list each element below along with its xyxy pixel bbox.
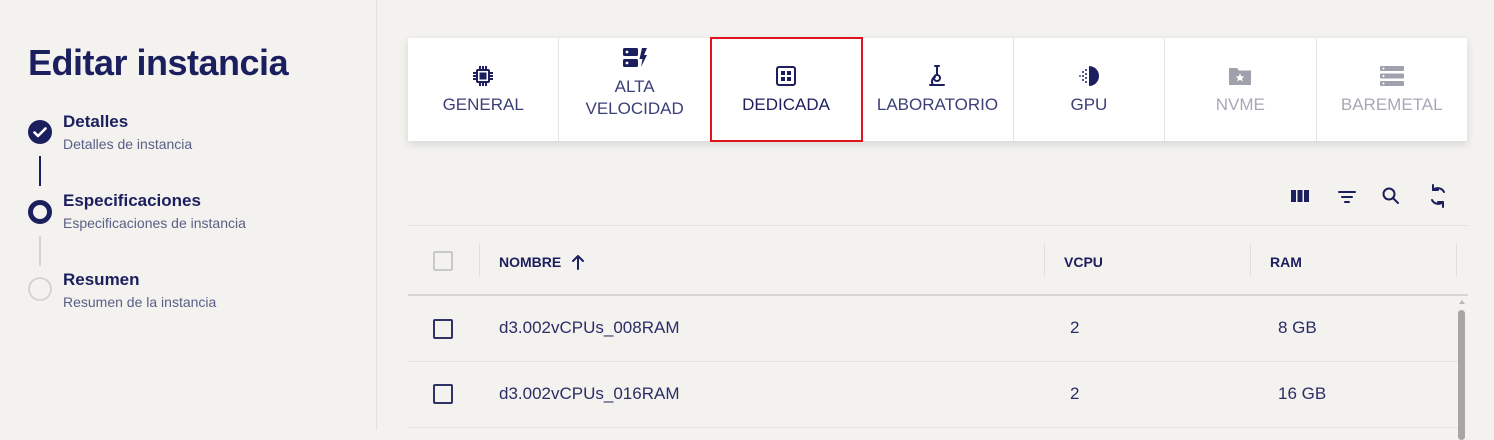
folder-star-icon: [1228, 64, 1252, 88]
column-divider: [1250, 244, 1251, 276]
step-subtitle: Detalles de instancia: [63, 136, 193, 152]
column-divider: [479, 244, 480, 276]
table-toolbar: [1280, 180, 1460, 212]
step-subtitle: Resumen de la instancia: [63, 294, 217, 310]
table-header: NOMBRE VCPU RAM: [408, 225, 1468, 296]
vertical-scrollbar[interactable]: [1455, 298, 1469, 440]
tab-baremetal[interactable]: BAREMETAL: [1317, 38, 1467, 141]
column-header-vcpu[interactable]: VCPU: [1064, 254, 1103, 270]
dedicated-chip-icon: [775, 64, 797, 88]
table-row[interactable]: d3.002vCPUs_008RAM 2 8 GB: [408, 296, 1458, 362]
refresh-icon[interactable]: [1423, 180, 1453, 212]
microscope-icon: [926, 64, 948, 88]
cpu-chip-icon: [472, 64, 494, 88]
stepper-panel: Editar instancia Detalles Detalles de in…: [0, 0, 377, 430]
select-all-checkbox[interactable]: [433, 251, 453, 271]
step-title: Especificaciones: [63, 191, 201, 210]
tab-label: LABORATORIO: [876, 94, 999, 114]
arrow-up-icon: [571, 254, 585, 270]
tab-general[interactable]: GENERAL: [408, 38, 560, 141]
tab-alta-velocidad[interactable]: ALTA VELOCIDAD: [559, 38, 711, 141]
tab-nvme[interactable]: NVME: [1165, 38, 1317, 141]
step-connector: [39, 156, 41, 186]
column-header-nombre[interactable]: NOMBRE: [499, 254, 585, 270]
instance-type-tabs: GENERAL ALTA VELOCIDAD DEDICADA LABORATO…: [408, 37, 1467, 142]
server-stack-icon: [1379, 64, 1405, 88]
active-step-icon: [28, 200, 52, 224]
search-icon[interactable]: [1376, 180, 1406, 212]
tab-label: NVME: [1215, 94, 1265, 114]
gpu-icon: [1077, 64, 1101, 88]
cell-vcpu: 2: [1070, 384, 1080, 403]
tab-gpu[interactable]: GPU: [1014, 38, 1166, 141]
page-title: Editar instancia: [28, 42, 289, 83]
check-circle-icon: [28, 120, 52, 144]
step-subtitle: Especificaciones de instancia: [63, 215, 246, 231]
tab-dedicada[interactable]: DEDICADA: [709, 37, 864, 142]
pending-step-icon: [28, 277, 52, 301]
scroll-up-arrow-icon[interactable]: [1459, 300, 1465, 304]
row-checkbox[interactable]: [433, 384, 453, 404]
columns-icon[interactable]: [1285, 180, 1315, 212]
row-checkbox[interactable]: [433, 319, 453, 339]
server-bolt-icon: [622, 46, 648, 70]
tab-label: GENERAL: [442, 94, 524, 114]
filter-icon[interactable]: [1332, 180, 1362, 212]
cell-vcpu: 2: [1070, 318, 1080, 337]
step-connector: [39, 236, 41, 266]
tab-label: GPU: [1070, 94, 1108, 114]
column-divider: [1456, 244, 1457, 276]
column-header-ram[interactable]: RAM: [1270, 254, 1302, 270]
tab-laboratorio[interactable]: LABORATORIO: [862, 38, 1014, 141]
column-divider: [1044, 244, 1045, 276]
column-header-label: NOMBRE: [499, 254, 562, 270]
cell-nombre: d3.002vCPUs_016RAM: [499, 384, 680, 403]
cell-ram: 8 GB: [1278, 318, 1317, 337]
tab-label: BAREMETAL: [1340, 94, 1443, 114]
scrollbar-thumb[interactable]: [1458, 310, 1465, 440]
table-row[interactable]: d3.002vCPUs_016RAM 2 16 GB: [408, 362, 1458, 428]
step-title: Detalles: [63, 112, 129, 131]
step-title: Resumen: [63, 270, 140, 289]
cell-ram: 16 GB: [1278, 384, 1327, 403]
cell-nombre: d3.002vCPUs_008RAM: [499, 318, 680, 337]
tab-label: DEDICADA: [742, 94, 830, 114]
tab-label: ALTA VELOCIDAD: [585, 76, 684, 118]
